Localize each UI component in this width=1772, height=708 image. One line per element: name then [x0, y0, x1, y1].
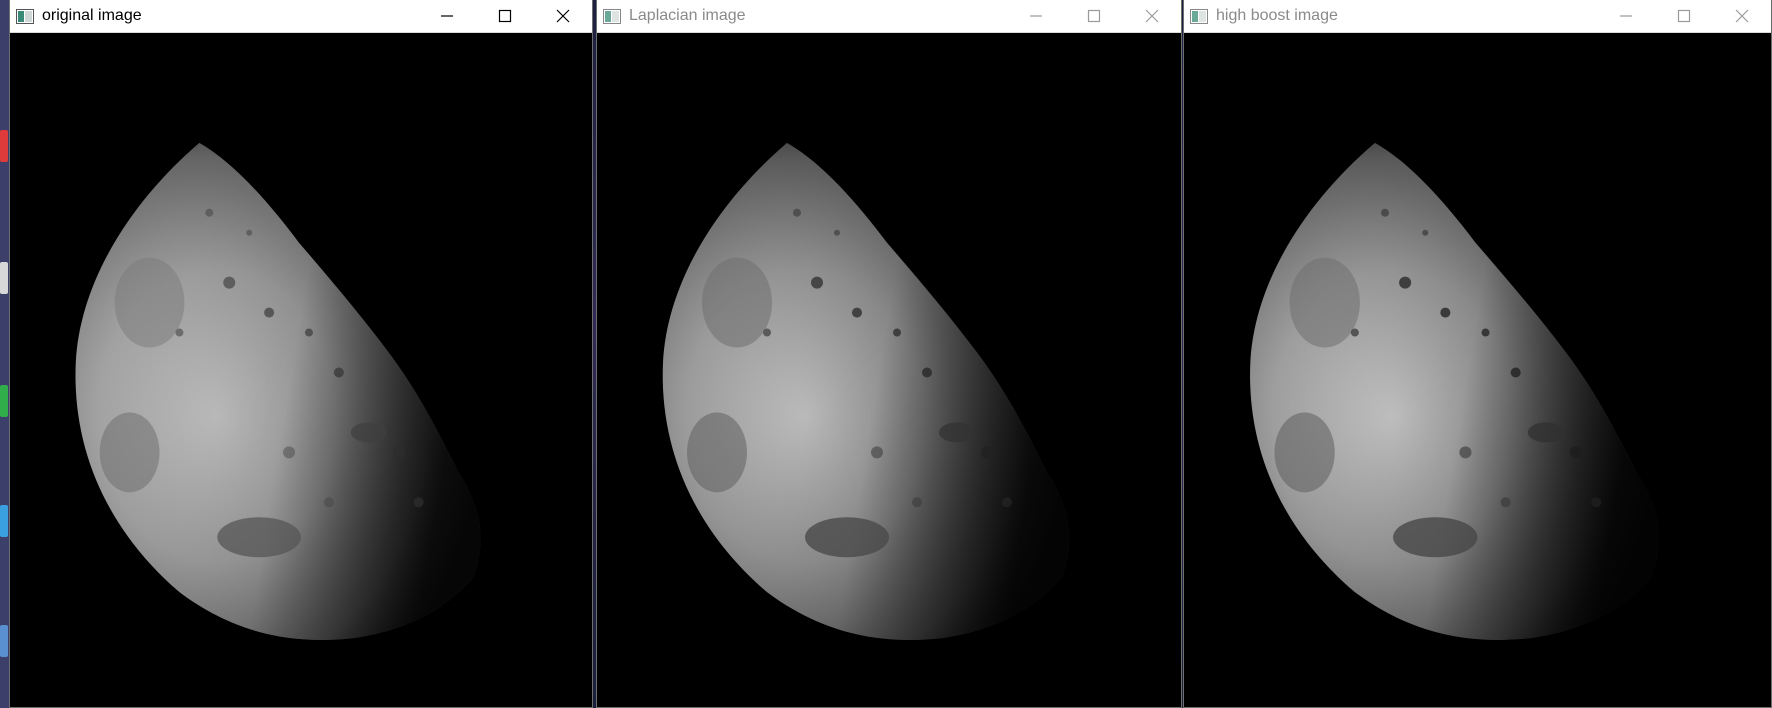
desktop-shortcut-icon[interactable] — [0, 130, 8, 162]
image-canvas-original — [10, 33, 592, 707]
maximize-icon[interactable] — [476, 0, 534, 33]
close-icon[interactable] — [534, 0, 592, 33]
image-canvas-high-boost — [1184, 33, 1771, 707]
app-window-icon — [1190, 8, 1208, 24]
moon-image — [10, 33, 592, 707]
desktop-shortcut-icon[interactable] — [0, 262, 8, 294]
image-canvas-laplacian — [597, 33, 1181, 707]
close-icon[interactable] — [1123, 0, 1181, 33]
titlebar[interactable]: original image — [10, 0, 592, 33]
desktop-shortcut-icon[interactable] — [0, 625, 8, 657]
maximize-icon[interactable] — [1655, 0, 1713, 33]
window-title: original image — [42, 7, 142, 24]
window-controls — [1597, 0, 1771, 33]
desktop-shortcut-icon[interactable] — [0, 385, 8, 417]
window-title: Laplacian image — [629, 7, 746, 24]
moon-image — [1184, 33, 1771, 707]
maximize-icon[interactable] — [1065, 0, 1123, 33]
minimize-icon[interactable] — [1597, 0, 1655, 33]
desktop-icon-strip — [0, 0, 9, 708]
minimize-icon[interactable] — [1007, 0, 1065, 33]
desktop: original image Laplacian image high boos… — [0, 0, 1772, 708]
window-high-boost-image[interactable]: high boost image — [1183, 0, 1772, 708]
window-controls — [418, 0, 592, 33]
moon-image — [597, 33, 1181, 707]
desktop-shortcut-icon[interactable] — [0, 505, 8, 537]
window-laplacian-image[interactable]: Laplacian image — [596, 0, 1182, 708]
close-icon[interactable] — [1713, 0, 1771, 33]
app-window-icon — [603, 8, 621, 24]
window-title: high boost image — [1216, 7, 1338, 24]
app-window-icon — [16, 8, 34, 24]
minimize-icon[interactable] — [418, 0, 476, 33]
titlebar[interactable]: high boost image — [1184, 0, 1771, 33]
window-controls — [1007, 0, 1181, 33]
window-original-image[interactable]: original image — [9, 0, 593, 708]
titlebar[interactable]: Laplacian image — [597, 0, 1181, 33]
